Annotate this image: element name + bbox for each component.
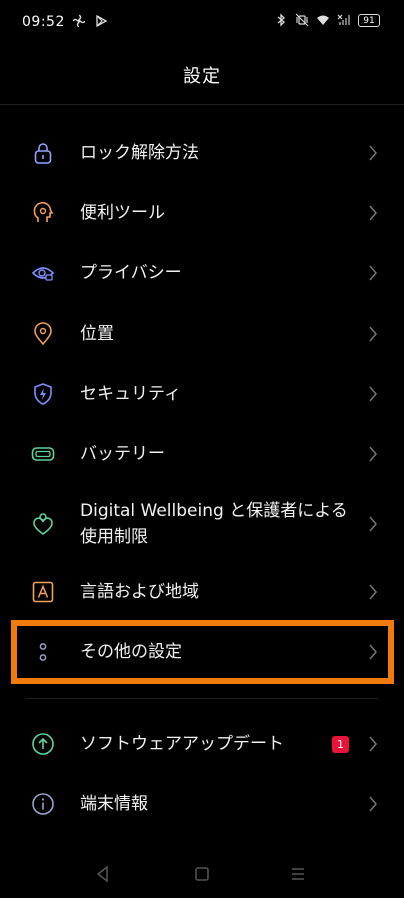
recent-apps-icon[interactable]: [288, 864, 308, 884]
update-count-badge: 1: [332, 735, 349, 753]
chevron-right-icon: [369, 736, 377, 752]
settings-item-label: 便利ツール: [80, 203, 165, 223]
chevron-right-icon: [369, 205, 377, 221]
settings-item-label: Digital Wellbeing と保護者による使用制限: [80, 501, 348, 547]
settings-item-label: 位置: [80, 324, 114, 344]
settings-item-battery[interactable]: バッテリー: [0, 437, 404, 471]
settings-item-label: 言語および地域: [80, 582, 199, 602]
fan-icon: [72, 14, 86, 28]
play-store-icon: [96, 14, 108, 28]
wellbeing-heart-icon: [33, 513, 53, 535]
settings-item-tools[interactable]: 便利ツール: [0, 196, 404, 230]
info-icon: [32, 793, 54, 815]
back-icon[interactable]: [93, 864, 113, 884]
chevron-right-icon: [369, 145, 377, 161]
section-divider: [26, 698, 378, 699]
chevron-right-icon: [369, 584, 377, 600]
settings-item-location[interactable]: 位置: [0, 317, 404, 351]
settings-item-label: プライバシー: [80, 263, 182, 283]
settings-item-unlock[interactable]: ロック解除方法: [0, 136, 404, 170]
wifi-icon: [317, 15, 329, 25]
settings-item-security[interactable]: セキュリティ: [0, 377, 404, 411]
chevron-right-icon: [369, 446, 377, 462]
tools-head-icon: [33, 201, 54, 222]
status-bar: 09:52 91: [0, 0, 404, 46]
settings-item-label: ソフトウェアアップデート: [80, 734, 284, 754]
language-icon: [32, 581, 54, 603]
settings-item-privacy[interactable]: プライバシー: [0, 256, 404, 290]
settings-item-label: ロック解除方法: [80, 143, 199, 163]
security-shield-icon: [34, 383, 52, 405]
battery-indicator: 91: [358, 13, 380, 27]
location-pin-icon: [34, 322, 52, 346]
signal-icon: [337, 14, 350, 25]
settings-item-label: 端末情報: [80, 794, 148, 814]
battery-icon: [31, 447, 55, 461]
bluetooth-icon: [277, 13, 285, 27]
chevron-right-icon: [369, 796, 377, 812]
header-divider: [0, 104, 404, 105]
chevron-right-icon: [369, 265, 377, 281]
chevron-right-icon: [369, 516, 377, 532]
status-time: 09:52: [22, 14, 65, 30]
mute-vibrate-icon: [295, 13, 309, 27]
update-arrow-icon: [32, 733, 54, 755]
highlight-frame: [11, 620, 394, 684]
settings-item-digital-wellbeing[interactable]: Digital Wellbeing と保護者による使用制限: [0, 496, 404, 552]
settings-item-label: セキュリティ: [80, 384, 181, 404]
navigation-bar: [0, 856, 404, 892]
chevron-right-icon: [369, 386, 377, 402]
settings-item-label: バッテリー: [80, 444, 165, 464]
home-icon[interactable]: [192, 864, 212, 884]
settings-item-software-update[interactable]: ソフトウェアアップデート 1: [0, 727, 404, 761]
lock-icon: [34, 143, 52, 164]
page-title: 設定: [183, 66, 221, 87]
privacy-eye-icon: [31, 267, 55, 281]
settings-item-language[interactable]: 言語および地域: [0, 575, 404, 609]
chevron-right-icon: [369, 326, 377, 342]
settings-item-device-info[interactable]: 端末情報: [0, 787, 404, 821]
